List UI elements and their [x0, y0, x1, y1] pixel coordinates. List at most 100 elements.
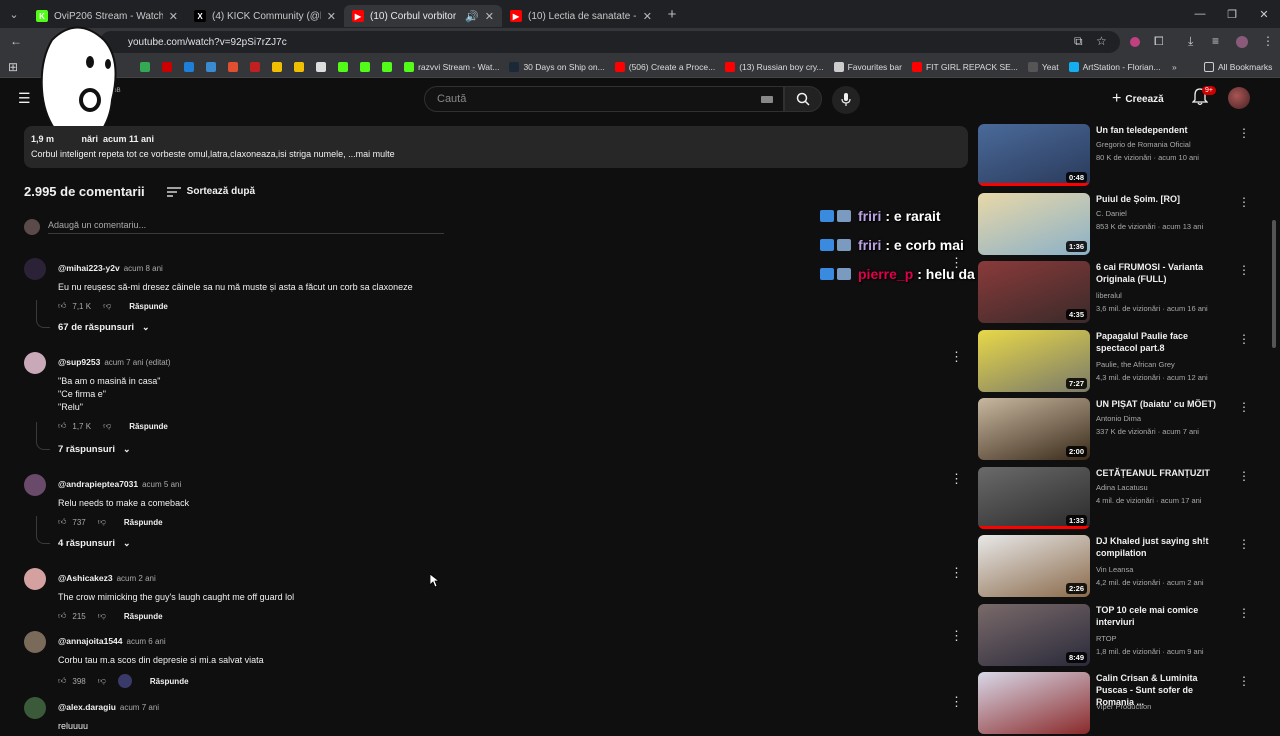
browser-tab[interactable]: X (4) KICK Community (@kickcom ✕	[186, 5, 344, 27]
channel-name[interactable]: liberalul	[1096, 291, 1122, 300]
recommended-video[interactable]: 1:36 Puiul de Șoim. [RO] C. Daniel 853 K…	[978, 192, 1250, 257]
bookmark-kick2-icon[interactable]	[360, 61, 371, 72]
comment-more-icon[interactable]: ⋮	[950, 472, 963, 485]
like-icon[interactable]: 👍︎	[58, 611, 66, 621]
video-title[interactable]: Un fan teledependent	[1096, 124, 1230, 136]
video-thumbnail[interactable]: 4:35	[978, 261, 1090, 323]
video-thumbnail[interactable]: 1:33	[978, 466, 1090, 529]
video-title[interactable]: DJ Khaled just saying sh!t compilation	[1096, 535, 1230, 559]
reply-button[interactable]: Răspunde	[124, 518, 163, 527]
bookmark-yellow-icon[interactable]	[272, 61, 283, 72]
bookmark-youtube-icon[interactable]	[250, 61, 261, 72]
channel-name[interactable]: Viper Production	[1096, 702, 1151, 711]
dislike-icon[interactable]: 👎︎	[98, 611, 106, 621]
browser-tab[interactable]: ▶ (10) Corbul vorbitor (RELU) 🔊 ✕	[344, 5, 502, 27]
profile-icon[interactable]	[1236, 36, 1248, 48]
bookmark-item[interactable]: razvvi Stream - Wat...	[404, 61, 499, 72]
bookmark-red-icon[interactable]	[162, 61, 173, 72]
channel-name[interactable]: Antonio Dima	[1096, 414, 1141, 423]
recommended-video[interactable]: 0:48 Un fan teledependent Gregorio de Ro…	[978, 124, 1250, 188]
video-title[interactable]: Puiul de Șoim. [RO]	[1096, 193, 1230, 205]
show-replies-button[interactable]: 7 răspunsuri ⌄	[58, 444, 131, 455]
video-title[interactable]: 6 cai FRUMOSI - Varianta Originala (FULL…	[1096, 261, 1230, 285]
commenter-avatar[interactable]	[24, 631, 46, 653]
all-bookmarks[interactable]: All Bookmarks	[1204, 61, 1272, 72]
bookmark-item[interactable]: 30 Days on Ship on...	[509, 61, 605, 72]
channel-name[interactable]: RTOP	[1096, 634, 1117, 643]
video-title[interactable]: CETĂȚEANUL FRANȚUZIT	[1096, 467, 1230, 479]
video-more-icon[interactable]: ⋮	[1238, 263, 1250, 277]
browser-menu-icon[interactable]: ⋮	[1262, 34, 1274, 48]
bookmark-kick3-icon[interactable]	[382, 61, 393, 72]
comment-author[interactable]: @alex.daragiu	[58, 702, 116, 712]
bookmark-blue-icon[interactable]	[184, 61, 195, 72]
recommended-video[interactable]: 1:33 CETĂȚEANUL FRANȚUZIT Adina Lacatusu…	[978, 466, 1250, 531]
close-window-icon[interactable]: ✕	[1248, 8, 1280, 21]
video-more-icon[interactable]: ⋮	[1238, 537, 1250, 551]
restore-icon[interactable]: ❐	[1216, 8, 1248, 21]
tab-close-icon[interactable]: ✕	[643, 10, 652, 23]
comment-time[interactable]: acum 7 ani (editat)	[104, 358, 170, 367]
bookmark-amazon-icon[interactable]	[294, 61, 305, 72]
recommended-video[interactable]: 4:35 6 cai FRUMOSI - Varianta Originala …	[978, 261, 1250, 325]
search-input[interactable]: Caută	[424, 86, 784, 112]
reading-list-icon[interactable]: ≡	[1212, 34, 1219, 48]
video-title[interactable]: Papagalul Paulie face spectacol part.8	[1096, 330, 1230, 354]
video-more-icon[interactable]: ⋮	[1238, 674, 1250, 688]
dislike-icon[interactable]: 👎︎	[103, 301, 111, 311]
video-description[interactable]: 1,9 m nări acum 11 ani Corbul inteligent…	[24, 126, 968, 168]
dislike-icon[interactable]: 👎︎	[98, 676, 106, 686]
show-replies-button[interactable]: 67 de răspunsuri ⌄	[58, 322, 150, 333]
video-more-icon[interactable]: ⋮	[1238, 126, 1250, 140]
recommended-video[interactable]: Calin Crisan & Luminita Puscas - Sunt so…	[978, 672, 1250, 736]
comment-time[interactable]: acum 6 ani	[127, 637, 166, 646]
bookmark-kick-icon[interactable]	[338, 61, 349, 72]
bookmark-item[interactable]: FIT GIRL REPACK SE...	[911, 61, 1018, 72]
search-button[interactable]	[784, 86, 822, 112]
comment-time[interactable]: acum 8 ani	[124, 264, 163, 273]
commenter-avatar[interactable]	[24, 352, 46, 374]
comment-more-icon[interactable]: ⋮	[950, 350, 963, 363]
channel-name[interactable]: Gregorio de Romania Oficial	[1096, 140, 1191, 149]
bookmark-star-icon[interactable]: ☆	[1096, 34, 1107, 48]
scrollbar-thumb[interactable]	[1272, 220, 1276, 348]
video-thumbnail[interactable]: 1:36	[978, 192, 1090, 255]
download-icon[interactable]: ⤓	[1188, 34, 1193, 49]
comment-author[interactable]: @mihai223-y2v	[58, 263, 120, 273]
video-title[interactable]: TOP 10 cele mai comice interviuri	[1096, 604, 1230, 628]
new-tab-button[interactable]: +	[660, 6, 684, 23]
like-icon[interactable]: 👍︎	[58, 517, 66, 527]
dislike-icon[interactable]: 👎︎	[98, 517, 106, 527]
video-thumbnail[interactable]: 8:49	[978, 603, 1090, 666]
tab-search-icon[interactable]: ⌄	[0, 0, 28, 28]
extensions-puzzle-icon[interactable]: ⧠	[1154, 34, 1164, 49]
comment-time[interactable]: acum 7 ani	[120, 703, 159, 712]
commenter-avatar[interactable]	[24, 568, 46, 590]
scrollbar[interactable]	[1271, 120, 1277, 720]
tab-close-icon[interactable]: ✕	[327, 10, 336, 23]
video-thumbnail[interactable]: 2:26	[978, 535, 1090, 597]
channel-name[interactable]: Paulie, the African Grey	[1096, 360, 1175, 369]
comment-time[interactable]: acum 2 ani	[117, 574, 156, 583]
account-avatar[interactable]	[1228, 87, 1250, 109]
like-icon[interactable]: 👍︎	[58, 421, 66, 431]
sort-button[interactable]: Sortează după	[166, 186, 255, 197]
reply-button[interactable]: Răspunde	[129, 302, 168, 311]
video-more-icon[interactable]: ⋮	[1238, 606, 1250, 620]
keyboard-icon[interactable]	[761, 96, 773, 103]
recommended-video[interactable]: 8:49 TOP 10 cele mai comice interviuri R…	[978, 603, 1250, 668]
minimize-icon[interactable]: —	[1184, 8, 1216, 20]
add-comment-input[interactable]: Adaugă un comentariu...	[48, 220, 444, 234]
tab-close-icon[interactable]: ✕	[485, 10, 494, 23]
cast-icon[interactable]: ⧉	[1074, 34, 1083, 49]
browser-tab[interactable]: ▶ (10) Lectia de sanatate - YouTub ✕	[502, 5, 660, 27]
video-more-icon[interactable]: ⋮	[1238, 469, 1250, 483]
reply-button[interactable]: Răspunde	[150, 677, 189, 686]
reply-button[interactable]: Răspunde	[124, 612, 163, 621]
commenter-avatar[interactable]	[24, 697, 46, 719]
apps-grid-icon[interactable]: ⊞	[8, 60, 18, 74]
voice-search-button[interactable]	[832, 86, 860, 114]
channel-name[interactable]: Adina Lacatusu	[1096, 483, 1148, 492]
bookmark-item[interactable]: Favourites bar	[833, 61, 902, 72]
show-replies-button[interactable]: 4 răspunsuri ⌄	[58, 538, 131, 549]
